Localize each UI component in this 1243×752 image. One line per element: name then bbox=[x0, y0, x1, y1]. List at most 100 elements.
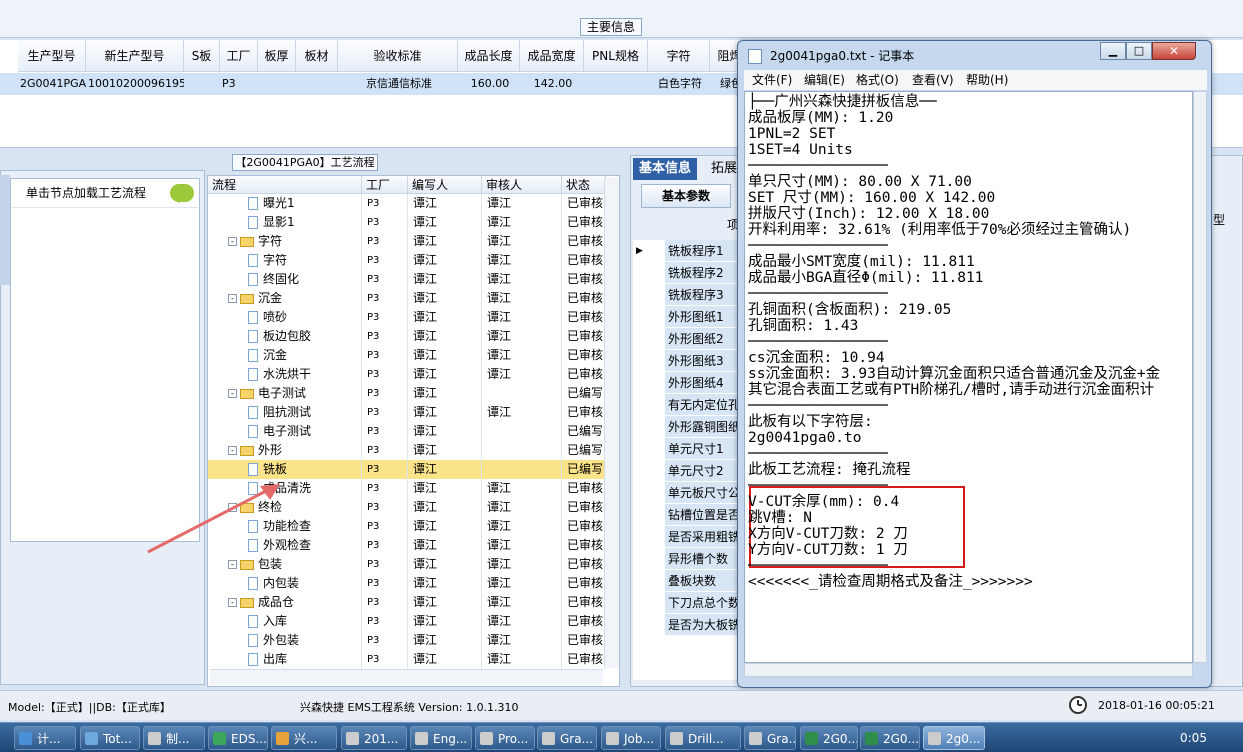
tree-node[interactable]: - 电子测试 bbox=[208, 384, 362, 403]
notepad-window[interactable]: 2g0041pga0.txt - 记事本 ▁ □ ✕ 文件(F) 编辑(E) 格式(… bbox=[737, 40, 1212, 688]
tree-node[interactable]: 外包装 bbox=[208, 631, 362, 650]
tree-row[interactable]: - 电子测试 P3 谭江 已编写 bbox=[208, 384, 606, 403]
tree-row[interactable]: 入库 P3 谭江 谭江 已审核 bbox=[208, 612, 606, 631]
grid-header[interactable]: 新生产型号 bbox=[86, 40, 184, 72]
notepad-horizontal-scrollbar[interactable] bbox=[744, 663, 1193, 677]
tree-node[interactable]: 喷砂 bbox=[208, 308, 362, 327]
tree-row[interactable]: - 沉金 P3 谭江 谭江 已审核 bbox=[208, 289, 606, 308]
tree-header[interactable]: 状态 bbox=[562, 176, 606, 194]
tree-header[interactable]: 审核人 bbox=[482, 176, 562, 194]
process-horizontal-scrollbar[interactable] bbox=[210, 669, 603, 685]
tree-node[interactable]: 电子测试 bbox=[208, 422, 362, 441]
tree-node[interactable]: - 外形 bbox=[208, 441, 362, 460]
collapse-icon[interactable]: - bbox=[228, 598, 237, 607]
tree-header[interactable]: 编写人 bbox=[408, 176, 482, 194]
collapse-icon[interactable]: - bbox=[228, 446, 237, 455]
tree-row[interactable]: - 字符 P3 谭江 谭江 已审核 bbox=[208, 232, 606, 251]
left-collapse-tab[interactable] bbox=[0, 175, 10, 285]
tree-node[interactable]: 显影1 bbox=[208, 213, 362, 232]
tree-node[interactable]: - 成品仓 bbox=[208, 593, 362, 612]
tree-header[interactable]: 工厂 bbox=[362, 176, 408, 194]
grid-header[interactable]: 板厚 bbox=[258, 40, 296, 72]
menu-item[interactable]: 文件(F) bbox=[752, 70, 792, 90]
document-icon bbox=[248, 254, 258, 267]
grid-header[interactable]: 成品宽度 bbox=[520, 40, 584, 72]
taskbar-button[interactable]: Job... bbox=[601, 726, 661, 750]
tree-row[interactable]: 电子测试 P3 谭江 已编写 bbox=[208, 422, 606, 441]
grid-header[interactable]: 工厂 bbox=[220, 40, 258, 72]
grid-header[interactable]: 字符 bbox=[648, 40, 710, 72]
tree-node[interactable]: 内包装 bbox=[208, 574, 362, 593]
tree-row[interactable]: 曝光1 P3 谭江 谭江 已审核 bbox=[208, 194, 606, 213]
taskbar-button[interactable]: 2G0... bbox=[800, 726, 858, 750]
taskbar-button[interactable]: Tot... bbox=[80, 726, 140, 750]
tree-row[interactable]: - 成品仓 P3 谭江 谭江 已审核 bbox=[208, 593, 606, 612]
tree-row[interactable]: 水洗烘干 P3 谭江 谭江 已审核 bbox=[208, 365, 606, 384]
tree-row[interactable]: - 外形 P3 谭江 已编写 bbox=[208, 441, 606, 460]
collapse-icon[interactable]: - bbox=[228, 237, 237, 246]
taskbar-button[interactable]: Gra... bbox=[537, 726, 597, 750]
menu-item[interactable]: 查看(V) bbox=[912, 70, 954, 90]
tree-row[interactable]: 沉金 P3 谭江 谭江 已审核 bbox=[208, 346, 606, 365]
tree-node[interactable]: 阻抗测试 bbox=[208, 403, 362, 422]
taskbar-button[interactable]: EDS... bbox=[208, 726, 268, 750]
tree-node[interactable]: 出库 bbox=[208, 650, 362, 669]
menu-item[interactable]: 帮助(H) bbox=[966, 70, 1008, 90]
tree-node[interactable]: 终固化 bbox=[208, 270, 362, 289]
menu-item[interactable]: 格式(O) bbox=[856, 70, 899, 90]
taskbar-button[interactable]: Eng... bbox=[410, 726, 472, 750]
tree-row[interactable]: 内包装 P3 谭江 谭江 已审核 bbox=[208, 574, 606, 593]
grid-header[interactable]: PNL规格 bbox=[584, 40, 648, 72]
tree-row[interactable]: 显影1 P3 谭江 谭江 已审核 bbox=[208, 213, 606, 232]
tab-basic-params[interactable]: 基本参数 bbox=[641, 184, 731, 208]
tree-row[interactable]: 阻抗测试 P3 谭江 谭江 已审核 bbox=[208, 403, 606, 422]
minimize-button[interactable]: ▁ bbox=[1100, 42, 1126, 60]
tree-node[interactable]: 字符 bbox=[208, 251, 362, 270]
text-line: ──────────────── bbox=[748, 158, 888, 174]
tab-basic-info[interactable]: 基本信息 bbox=[633, 158, 698, 180]
grid-header[interactable]: 板材 bbox=[296, 40, 338, 72]
tree-node[interactable]: - 字符 bbox=[208, 232, 362, 251]
maximize-button[interactable]: □ bbox=[1126, 42, 1152, 60]
text-line: ──────────────── bbox=[748, 446, 888, 462]
tree-node[interactable]: 曝光1 bbox=[208, 194, 362, 213]
tree-row[interactable]: 喷砂 P3 谭江 谭江 已审核 bbox=[208, 308, 606, 327]
tree-node[interactable]: 板边包胶 bbox=[208, 327, 362, 346]
folder-icon bbox=[240, 559, 254, 570]
taskbar-clock[interactable]: 0:05 bbox=[1180, 731, 1207, 745]
taskbar-button[interactable]: 计... bbox=[14, 726, 76, 750]
tree-cell-status: 已审核 bbox=[562, 479, 606, 498]
grid-header[interactable]: 成品长度 bbox=[458, 40, 520, 72]
grid-header[interactable]: 生产型号 bbox=[18, 40, 86, 72]
tree-node[interactable]: - 沉金 bbox=[208, 289, 362, 308]
taskbar-button[interactable]: 制... bbox=[143, 726, 205, 750]
menu-item[interactable]: 编辑(E) bbox=[804, 70, 845, 90]
tree-row[interactable]: 出库 P3 谭江 谭江 已审核 bbox=[208, 650, 606, 669]
close-button[interactable]: ✕ bbox=[1152, 42, 1196, 60]
chat-bubble-icon[interactable] bbox=[170, 184, 194, 203]
notepad-vertical-scrollbar[interactable] bbox=[1193, 91, 1207, 663]
notepad-text-area[interactable]: ├──广州兴森快捷拼板信息── 成品板厚(MM): 1.20 1PNL=2 SET 1… bbox=[744, 91, 1193, 663]
tree-header[interactable]: 流程 bbox=[208, 176, 362, 194]
tree-node[interactable]: 水洗烘干 bbox=[208, 365, 362, 384]
collapse-icon[interactable]: - bbox=[228, 560, 237, 569]
taskbar-button[interactable]: 201... bbox=[341, 726, 407, 750]
taskbar-button[interactable]: Drill... bbox=[665, 726, 741, 750]
grid-header[interactable]: S板 bbox=[184, 40, 220, 72]
tree-row[interactable]: 外包装 P3 谭江 谭江 已审核 bbox=[208, 631, 606, 650]
process-vertical-scrollbar[interactable] bbox=[604, 178, 619, 668]
taskbar-button[interactable]: Gra... bbox=[744, 726, 796, 750]
taskbar-button[interactable]: 2G0... bbox=[860, 726, 920, 750]
collapse-icon[interactable]: - bbox=[228, 294, 237, 303]
collapse-icon[interactable]: - bbox=[228, 389, 237, 398]
taskbar-button[interactable]: 2g0... bbox=[923, 726, 985, 750]
tree-row[interactable]: 板边包胶 P3 谭江 谭江 已审核 bbox=[208, 327, 606, 346]
taskbar-button[interactable]: Pro... bbox=[475, 726, 535, 750]
tree-row[interactable]: 终固化 P3 谭江 谭江 已审核 bbox=[208, 270, 606, 289]
tree-node[interactable]: 沉金 bbox=[208, 346, 362, 365]
tree-row[interactable]: 字符 P3 谭江 谭江 已审核 bbox=[208, 251, 606, 270]
taskbar-button[interactable]: 兴... bbox=[271, 726, 337, 750]
tree-node[interactable]: 入库 bbox=[208, 612, 362, 631]
grid-header[interactable]: 验收标准 bbox=[338, 40, 458, 72]
tree-cell-status: 已审核 bbox=[562, 308, 606, 327]
